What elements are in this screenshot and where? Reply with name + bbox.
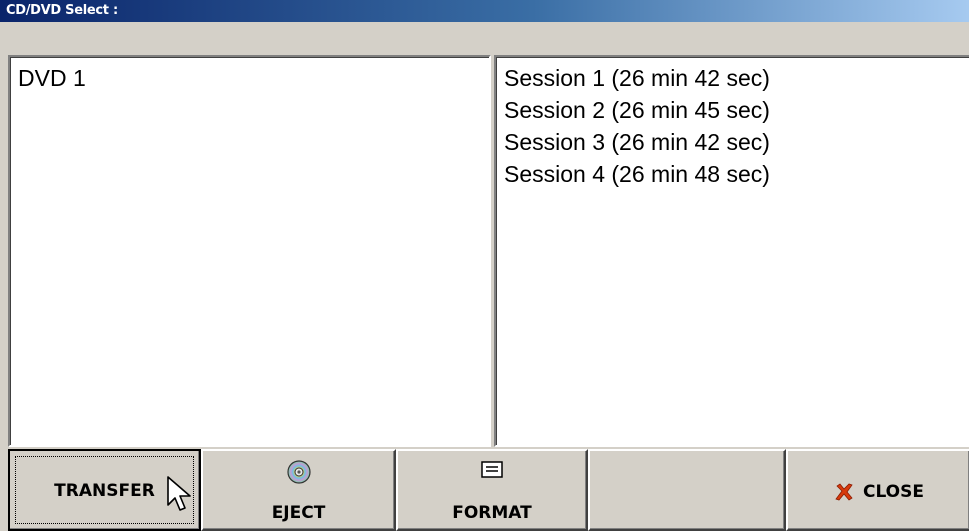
title-bar[interactable]: CD/DVD Select : [0, 0, 969, 22]
disc-list[interactable]: DVD 1 [8, 55, 491, 447]
format-label: FORMAT [452, 503, 532, 523]
session-list-item[interactable]: Session 2 (26 min 45 sec) [496, 94, 969, 126]
disc-icon [286, 460, 311, 484]
session-list-item[interactable]: Session 4 (26 min 48 sec) [496, 158, 969, 190]
mouse-pointer-icon [167, 476, 191, 511]
window-title: CD/DVD Select : [6, 3, 118, 18]
session-list-item[interactable]: Session 3 (26 min 42 sec) [496, 126, 969, 158]
close-x-icon [835, 483, 853, 501]
session-list[interactable]: Session 1 (26 min 42 sec) Session 2 (26 … [494, 55, 969, 447]
format-button[interactable]: FORMAT [396, 449, 588, 531]
cd-dvd-select-window: CD/DVD Select : DVD 1 Session 1 (26 min … [0, 0, 969, 531]
eject-label: EJECT [271, 503, 326, 523]
disc-list-item[interactable]: DVD 1 [10, 62, 489, 94]
close-label: CLOSE [862, 482, 924, 502]
drive-icon [481, 461, 503, 478]
close-button[interactable]: CLOSE [786, 449, 969, 531]
blank-button[interactable] [588, 449, 786, 531]
eject-button[interactable]: EJECT [201, 449, 396, 531]
session-list-item[interactable]: Session 1 (26 min 42 sec) [496, 62, 969, 94]
